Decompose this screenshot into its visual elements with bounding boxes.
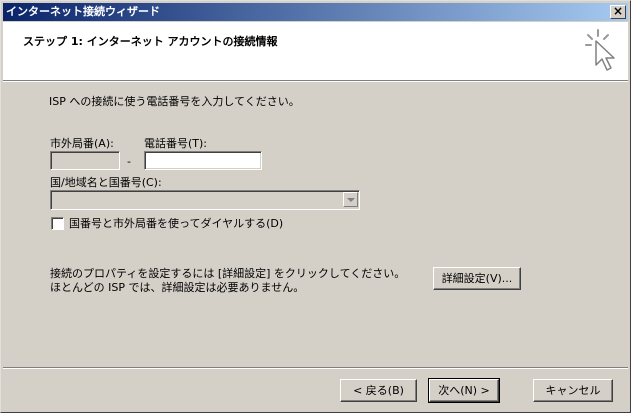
wizard-dialog: インターネット接続ウィザード × ステップ 1: インターネット アカウントの接… bbox=[0, 0, 631, 413]
instruction-text: ISP への接続に使う電話番号を入力してください。 bbox=[49, 95, 300, 108]
cancel-button[interactable]: キャンセル bbox=[533, 379, 613, 402]
header-separator bbox=[3, 80, 628, 82]
back-button[interactable]: < 戻る(B) bbox=[340, 379, 417, 402]
window-title: インターネット接続ウィザード bbox=[6, 5, 160, 18]
phone-number-input[interactable] bbox=[144, 151, 262, 170]
step-title: ステップ 1: インターネット アカウントの接続情報 bbox=[23, 35, 278, 48]
wizard-header: ステップ 1: インターネット アカウントの接続情報 bbox=[3, 22, 628, 80]
dial-with-codes-checkbox[interactable] bbox=[51, 217, 64, 230]
dial-with-codes-label: 国番号と市外局番を使ってダイヤルする(D) bbox=[69, 217, 284, 230]
area-code-label: 市外局番(A): bbox=[50, 137, 114, 150]
footer-separator bbox=[3, 367, 628, 369]
close-button[interactable]: × bbox=[610, 5, 626, 19]
next-button-label: 次へ(N) > bbox=[438, 383, 490, 397]
country-label: 国/地域名と国番号(C): bbox=[50, 176, 162, 189]
close-icon: × bbox=[612, 4, 624, 18]
advanced-settings-button[interactable]: 詳細設定(V)... bbox=[433, 267, 521, 290]
properties-text-line1: 接続のプロパティを設定するには [詳細設定] をクリックしてください。 bbox=[50, 267, 406, 280]
cancel-button-label: キャンセル bbox=[545, 383, 601, 397]
cursor-sparkle-icon bbox=[585, 29, 615, 71]
next-button[interactable]: 次へ(N) > bbox=[428, 378, 500, 403]
advanced-settings-label: 詳細設定(V)... bbox=[441, 271, 513, 285]
dash-separator: - bbox=[127, 155, 131, 168]
area-code-input[interactable] bbox=[50, 151, 120, 170]
title-bar: インターネット接続ウィザード × bbox=[3, 3, 628, 21]
phone-number-label: 電話番号(T): bbox=[144, 137, 208, 150]
properties-text-line2: ほとんどの ISP では、詳細設定は必要ありません。 bbox=[50, 281, 305, 294]
chevron-down-icon[interactable] bbox=[343, 192, 358, 207]
back-button-label: < 戻る(B) bbox=[353, 383, 404, 397]
country-dropdown[interactable] bbox=[50, 190, 360, 210]
